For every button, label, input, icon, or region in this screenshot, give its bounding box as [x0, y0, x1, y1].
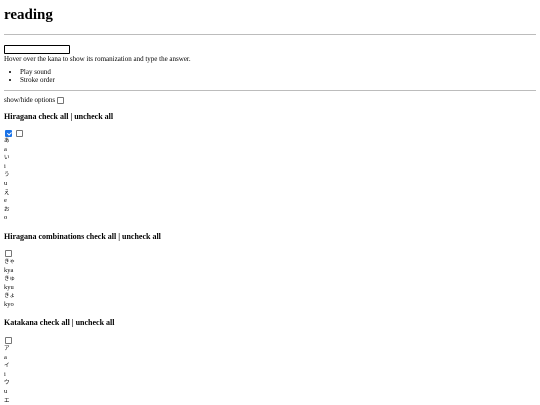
- section-heading-katakana: Katakana check all | uncheck all: [4, 318, 115, 327]
- romaji-label: u: [4, 387, 8, 395]
- play-sound-link[interactable]: Play sound: [20, 68, 55, 76]
- stroke-order-link[interactable]: Stroke order: [20, 76, 55, 84]
- romaji-label: kyu: [4, 283, 14, 291]
- options-toggle-checkbox[interactable]: [56, 96, 64, 104]
- row-checkbox[interactable]: [15, 129, 23, 137]
- romaji-label: a: [4, 353, 7, 361]
- kana-char[interactable]: きょ: [4, 292, 15, 301]
- kana-char[interactable]: きゅ: [4, 275, 15, 284]
- katakana-kana-list: ア a イ i ウ u エ: [4, 345, 10, 405]
- kana-char[interactable]: イ: [4, 362, 10, 371]
- katakana-row-checkboxes: [5, 336, 12, 344]
- row-checkbox[interactable]: [5, 336, 12, 344]
- hiragana-combinations-row-checkboxes: [5, 249, 12, 257]
- hiragana-combinations-kana-list: きゃ kya きゅ kyu きょ kyo: [4, 258, 15, 310]
- row-checkbox[interactable]: [5, 249, 12, 257]
- instruction-text: Hover over the kana to show its romaniza…: [4, 55, 191, 63]
- romaji-label: a: [4, 145, 7, 153]
- romaji-label: kyo: [4, 300, 14, 308]
- hiragana-kana-list: あ a い i う u え e お o: [4, 137, 10, 223]
- answer-input[interactable]: [4, 45, 70, 54]
- kana-char[interactable]: ア: [4, 345, 10, 354]
- romaji-label: i: [4, 370, 6, 378]
- divider: [4, 34, 536, 35]
- uncheck-all-link[interactable]: uncheck all: [122, 232, 161, 241]
- check-all-link[interactable]: check all: [38, 112, 68, 121]
- section-heading-hiragana: Hiragana check all | uncheck all: [4, 112, 114, 121]
- page-title: reading: [4, 7, 53, 23]
- hiragana-row-checkboxes: [5, 129, 23, 137]
- kana-char[interactable]: う: [4, 171, 10, 180]
- romaji-label: e: [4, 197, 7, 205]
- romaji-label: o: [4, 214, 8, 222]
- options-toggle: show/hide options: [4, 96, 64, 104]
- uncheck-all-link[interactable]: uncheck all: [76, 318, 115, 327]
- kana-char[interactable]: お: [4, 206, 10, 215]
- options-toggle-label: show/hide options: [4, 96, 56, 104]
- kana-char[interactable]: エ: [4, 397, 10, 405]
- kana-char[interactable]: い: [4, 154, 10, 163]
- uncheck-all-link[interactable]: uncheck all: [74, 112, 113, 121]
- kana-char[interactable]: あ: [4, 137, 10, 146]
- kana-menu: Play sound Stroke order: [20, 68, 55, 84]
- row-checkbox[interactable]: [5, 129, 12, 137]
- check-all-link[interactable]: check all: [86, 232, 116, 241]
- kana-char[interactable]: きゃ: [4, 258, 15, 267]
- romaji-label: kya: [4, 266, 14, 274]
- section-heading-hiragana-combinations: Hiragana combinations check all | unchec…: [4, 232, 161, 241]
- divider: [4, 90, 536, 91]
- kana-char[interactable]: え: [4, 189, 10, 198]
- romaji-label: u: [4, 179, 8, 187]
- romaji-label: i: [4, 162, 6, 170]
- check-all-link[interactable]: check all: [40, 318, 70, 327]
- kana-char[interactable]: ウ: [4, 379, 10, 388]
